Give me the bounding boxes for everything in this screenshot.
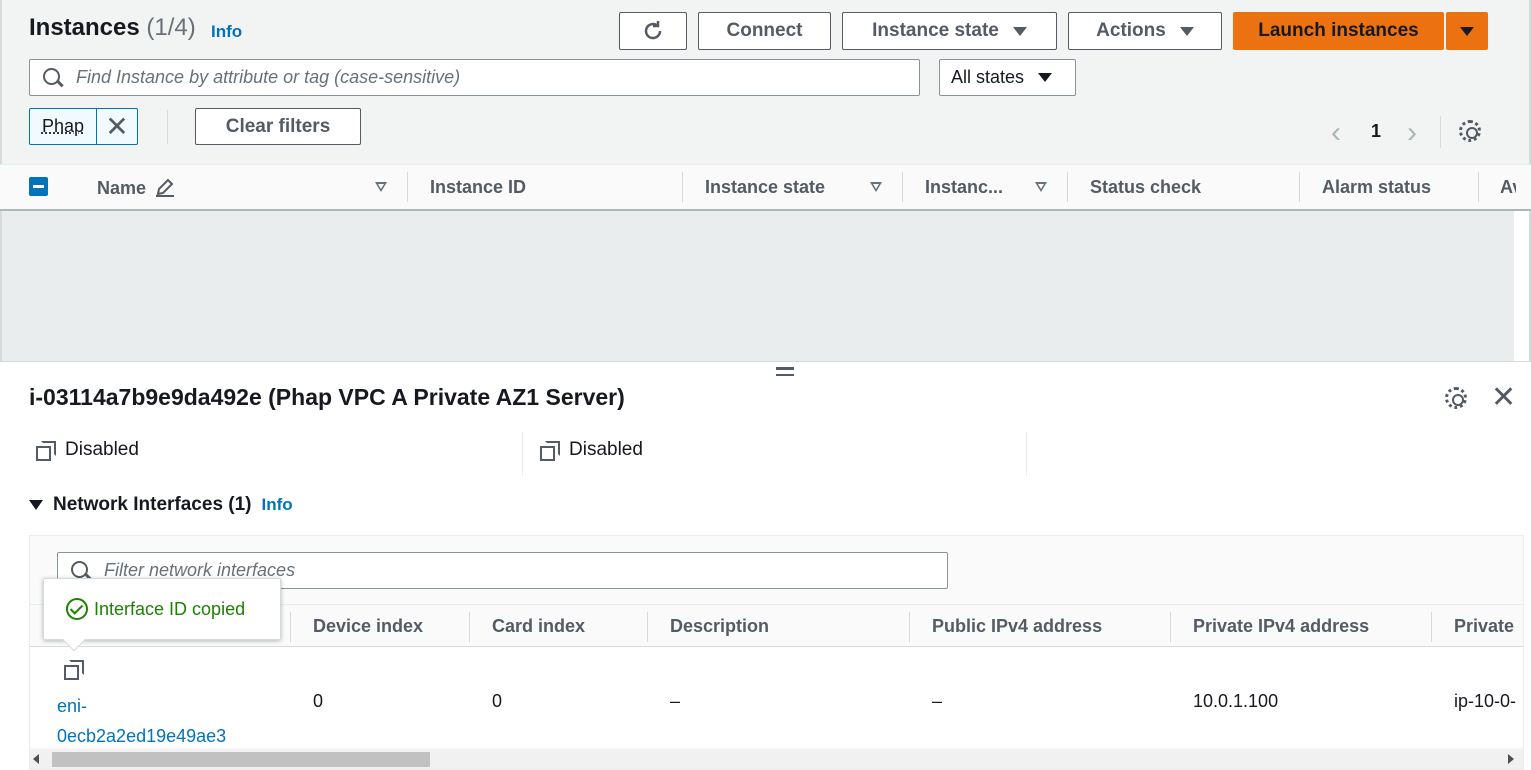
page-number[interactable]: 1 (1371, 121, 1381, 142)
column-resizer[interactable] (1478, 172, 1479, 202)
scroll-left-icon[interactable] (33, 754, 39, 764)
filter-token-label[interactable]: Phap (30, 109, 97, 144)
section-heading: Network Interfaces (1) (53, 494, 252, 515)
copied-popover: Interface ID copied (43, 578, 281, 652)
private-dns-cell: ip-10-0- (1454, 691, 1517, 711)
launch-instances-dropdown[interactable] (1446, 12, 1488, 50)
divider (167, 110, 168, 144)
public-ipv4-cell: – (932, 691, 943, 711)
network-interfaces-section-toggle[interactable]: Network Interfaces (1) Info (29, 494, 293, 516)
column-resizer[interactable] (1170, 612, 1171, 642)
column-header-public-ipv4[interactable]: Public IPv4 address (932, 616, 1102, 637)
state-filter-value: All states (951, 67, 1025, 87)
connect-button[interactable]: Connect (698, 12, 831, 50)
column-resizer[interactable] (1067, 172, 1068, 202)
column-header-device-index[interactable]: Device index (313, 616, 423, 637)
clear-filters-label: Clear filters (225, 115, 331, 137)
expand-caret-icon (29, 500, 43, 510)
column-resizer[interactable] (902, 172, 903, 202)
column-header-instance-state[interactable]: Instance state (705, 177, 825, 198)
instances-table-body (2, 211, 1514, 361)
settings-gear-icon[interactable] (1459, 120, 1481, 142)
instance-detail-title: i-03114a7b9e9da492e (Phap VPC A Private … (29, 384, 625, 410)
copy-icon[interactable] (540, 441, 560, 461)
column-header-description[interactable]: Description (670, 616, 769, 637)
state-filter-select[interactable]: All states (939, 59, 1076, 96)
info-link[interactable]: Info (262, 495, 293, 515)
close-icon[interactable]: ✕ (1491, 380, 1516, 415)
copy-icon[interactable] (36, 441, 56, 461)
column-header-alarm-status[interactable]: Alarm status (1322, 177, 1431, 198)
interface-id-part: eni- (57, 696, 88, 716)
split-panel-drag-handle[interactable] (776, 367, 794, 379)
column-resizer[interactable] (290, 612, 291, 642)
detail-value: Disabled (569, 439, 643, 460)
column-resizer[interactable] (909, 612, 910, 642)
column-header-instance-id[interactable]: Instance ID (430, 177, 526, 198)
select-all-checkbox[interactable] (29, 177, 48, 196)
page-title: Instances (1/4) (29, 14, 196, 42)
search-icon (42, 67, 64, 89)
instance-state-dropdown[interactable]: Instance state (842, 12, 1057, 50)
connect-label: Connect (726, 20, 803, 41)
column-resizer[interactable] (682, 172, 683, 202)
page-title-text: Instances (29, 14, 140, 41)
refresh-icon (644, 21, 662, 40)
popover-message: Interface ID copied (94, 598, 246, 619)
column-resizer[interactable] (407, 172, 408, 202)
clear-filters-button[interactable]: Clear filters (195, 108, 361, 145)
column-resizer[interactable] (1299, 172, 1300, 202)
caret-down-icon (1460, 26, 1474, 36)
sort-caret-icon[interactable] (870, 182, 882, 192)
column-header-status-check[interactable]: Status check (1090, 177, 1201, 198)
caret-down-icon (1038, 73, 1053, 82)
device-index-cell: 0 (313, 691, 324, 711)
search-placeholder: Find Instance by attribute or tag (case-… (76, 67, 461, 87)
divider (1026, 432, 1027, 476)
success-check-icon (66, 598, 88, 620)
split-panel-settings-gear-icon[interactable] (1445, 387, 1467, 409)
column-resizer[interactable] (647, 612, 648, 642)
interface-id-part: 0ecb2a2ed19e49ae3 (57, 726, 227, 746)
scroll-right-icon[interactable] (1508, 754, 1514, 764)
description-cell: – (670, 691, 681, 711)
remove-filter-icon[interactable]: ✕ (97, 109, 137, 144)
actions-dropdown[interactable]: Actions (1068, 12, 1222, 50)
copy-icon[interactable] (64, 660, 84, 680)
interface-id-link[interactable]: eni- 0ecb2a2ed19e49ae3 (57, 691, 226, 751)
previous-page-icon[interactable]: ‹ (1331, 116, 1341, 150)
table-row (30, 647, 1523, 747)
divider (1440, 116, 1441, 148)
divider (522, 432, 523, 476)
column-resizer[interactable] (1431, 612, 1432, 642)
next-page-icon[interactable]: › (1407, 116, 1417, 150)
instance-count: (1/4) (146, 14, 196, 41)
sort-caret-icon[interactable] (375, 182, 387, 192)
column-header-name[interactable]: Name (97, 177, 175, 199)
column-header-private-dns[interactable]: Private (1454, 616, 1520, 637)
refresh-button[interactable] (619, 12, 687, 50)
instance-state-label: Instance state (872, 20, 999, 41)
actions-label: Actions (1096, 20, 1166, 41)
card-index-cell: 0 (492, 691, 503, 711)
caret-down-icon (1179, 26, 1194, 36)
edit-pencil-icon (156, 178, 175, 197)
vertical-scrollbar[interactable] (1514, 211, 1529, 361)
column-resizer[interactable] (469, 612, 470, 642)
launch-instances-button[interactable]: Launch instances (1233, 12, 1444, 50)
caret-down-icon (1012, 26, 1027, 36)
column-header-availability-zone[interactable]: Av (1500, 177, 1516, 198)
column-header-private-ipv4[interactable]: Private IPv4 address (1193, 616, 1369, 637)
filter-token: Phap ✕ (29, 108, 138, 145)
horizontal-scrollbar-thumb[interactable] (52, 752, 430, 767)
column-header-card-index[interactable]: Card index (492, 616, 585, 637)
detail-value: Disabled (65, 439, 139, 460)
sort-caret-icon[interactable] (1035, 182, 1047, 192)
info-link[interactable]: Info (211, 22, 242, 42)
launch-instances-label: Launch instances (1258, 20, 1419, 41)
column-name-label: Name (97, 178, 147, 198)
private-ipv4-cell: 10.0.1.100 (1193, 691, 1279, 711)
instance-search-input[interactable]: Find Instance by attribute or tag (case-… (29, 59, 920, 96)
column-header-instance-type[interactable]: Instanc... (925, 177, 1003, 198)
